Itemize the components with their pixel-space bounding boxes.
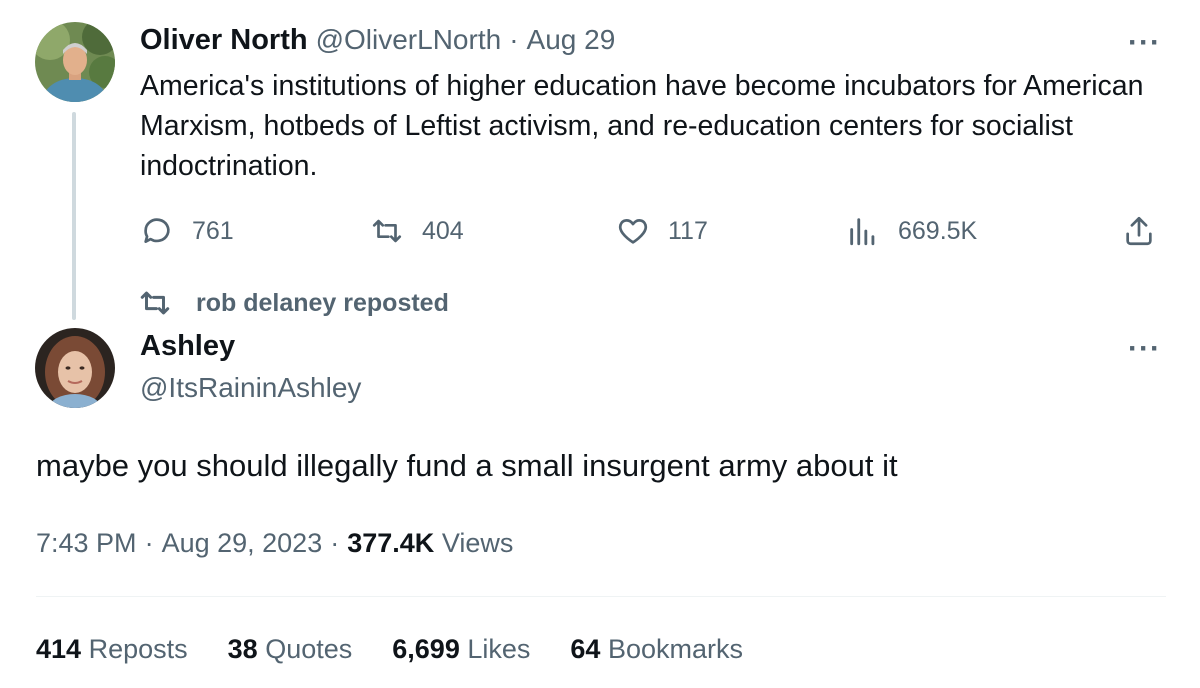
stat-bookmarks[interactable]: 64 Bookmarks xyxy=(570,634,743,665)
more-options-button[interactable]: ··· xyxy=(1128,332,1161,366)
view-count: 669.5K xyxy=(898,216,978,245)
quoted-tweet-text: America's institutions of higher educati… xyxy=(140,70,1144,182)
like-count: 117 xyxy=(668,216,708,245)
share-icon xyxy=(1126,216,1152,246)
ashley-avatar[interactable] xyxy=(35,328,115,408)
repost-count: 404 xyxy=(422,216,464,245)
stat-likes[interactable]: 6,699 Likes xyxy=(392,634,530,665)
repost-banner-text[interactable]: rob delaney reposted xyxy=(196,289,449,318)
author-handle[interactable]: @OliverLNorth xyxy=(316,24,502,56)
tweet-time[interactable]: 7:43 PM xyxy=(36,528,137,559)
repost-button[interactable]: 404 xyxy=(370,214,464,248)
views-count: 377.4K xyxy=(347,528,435,558)
separator: · xyxy=(509,24,519,55)
reply-icon xyxy=(144,218,170,243)
repost-icon xyxy=(372,219,402,243)
stat-quotes[interactable]: 38 Quotes xyxy=(228,634,353,665)
more-options-button[interactable]: ··· xyxy=(1128,26,1161,60)
share-button[interactable] xyxy=(1122,214,1156,248)
engagement-stats: 414 Reposts 38 Quotes 6,699 Likes 64 Boo… xyxy=(36,634,743,665)
author-name[interactable]: Ashley xyxy=(140,330,235,363)
quoted-tweet-header: Oliver North @OliverLNorth · Aug 29 xyxy=(140,24,615,57)
author-handle[interactable]: @ItsRaininAshley xyxy=(140,372,361,404)
divider xyxy=(36,596,1166,597)
avatar-photo xyxy=(35,22,115,102)
separator: · xyxy=(144,528,154,558)
like-button[interactable]: 117 xyxy=(616,214,708,248)
oliver-north-avatar[interactable] xyxy=(35,22,115,102)
repost-icon xyxy=(140,291,170,315)
avatar-photo xyxy=(35,328,115,408)
tweet-timestamp: 7:43 PM · Aug 29, 2023 · 377.4K Views xyxy=(36,528,513,559)
main-tweet-text: maybe you should illegally fund a small … xyxy=(36,448,898,483)
separator: · xyxy=(330,528,340,558)
repost-banner: rob delaney reposted xyxy=(138,286,449,320)
heart-icon xyxy=(618,219,648,244)
analytics-icon xyxy=(850,218,875,246)
views-label: Views xyxy=(441,528,514,558)
stat-reposts[interactable]: 414 Reposts xyxy=(36,634,188,665)
author-name[interactable]: Oliver North xyxy=(140,24,308,57)
reply-count: 761 xyxy=(192,216,234,245)
tweet-date[interactable]: Aug 29, 2023 xyxy=(162,528,323,559)
tweet-date[interactable]: Aug 29 xyxy=(527,24,616,56)
reply-button[interactable]: 761 xyxy=(140,214,234,248)
thread-line xyxy=(72,112,76,320)
views-button[interactable]: 669.5K xyxy=(846,214,977,248)
